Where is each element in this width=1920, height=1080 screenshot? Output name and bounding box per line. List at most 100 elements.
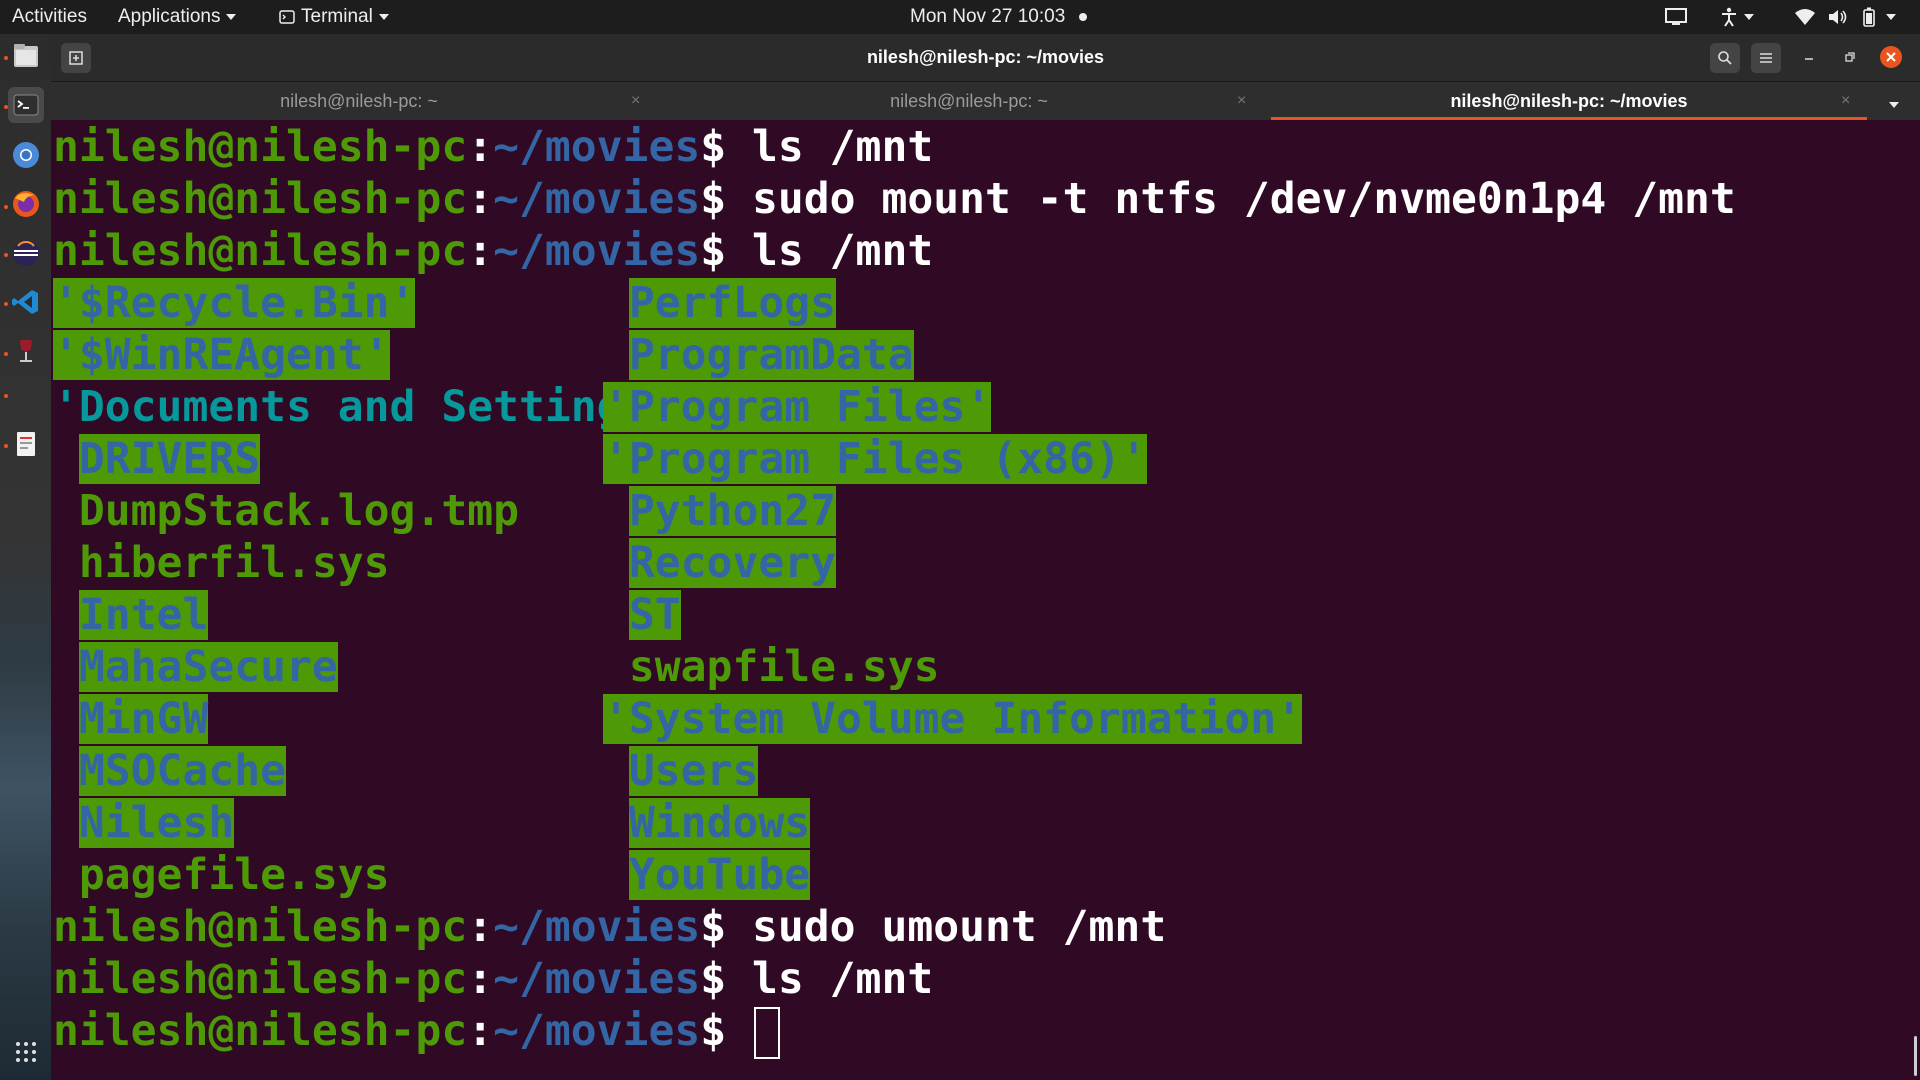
clock[interactable]: Mon Nov 27 10:03 xyxy=(910,0,1088,34)
tab-close-button[interactable]: × xyxy=(1841,82,1850,120)
directory-entry: MinGW xyxy=(78,694,209,744)
directory-entry: 'Documents and Settings' xyxy=(53,382,675,432)
listing-indent xyxy=(603,486,629,536)
listing-row: hiberfil.sys Recovery xyxy=(53,537,1853,589)
listing-row: MSOCache Users xyxy=(53,745,1853,797)
tab-close-button[interactable]: × xyxy=(631,82,640,120)
tab-list-button[interactable] xyxy=(1889,96,1899,114)
directory-entry: 'Program Files' xyxy=(603,382,992,432)
terminal-output[interactable]: nilesh@nilesh-pc:~/movies$ ls /mnt niles… xyxy=(51,121,1920,1080)
chevron-down-icon xyxy=(226,13,237,20)
listing-indent xyxy=(53,694,79,744)
listing-entry: Python27 xyxy=(603,485,836,537)
terminal-menu-label: Terminal xyxy=(301,6,373,27)
directory-entry: Python27 xyxy=(628,486,836,536)
prompt-dollar: $ xyxy=(700,1006,752,1056)
listing-entry: Users xyxy=(603,745,759,797)
listing-indent xyxy=(603,538,629,588)
prompt-user: nilesh@nilesh-pc xyxy=(53,1006,468,1056)
chevron-down-icon xyxy=(1885,13,1896,20)
listing-row: MahaSecure swapfile.sys xyxy=(53,641,1853,693)
prompt-dollar: $ xyxy=(700,122,752,172)
listing-indent xyxy=(53,850,79,900)
command-text: ls /mnt xyxy=(752,954,934,1004)
terminal-app-menu[interactable]: Terminal xyxy=(279,0,389,34)
prompt-line: nilesh@nilesh-pc:~/movies$ ls /mnt xyxy=(53,953,933,1005)
prompt-user: nilesh@nilesh-pc xyxy=(53,174,468,224)
running-indicator xyxy=(4,302,8,306)
prompt-user: nilesh@nilesh-pc xyxy=(53,954,468,1004)
hamburger-menu-button[interactable] xyxy=(1751,43,1781,73)
listing-entry: 'Program Files (x86)' xyxy=(603,433,1147,485)
accessibility-menu[interactable] xyxy=(1720,0,1754,34)
vscode-icon[interactable] xyxy=(8,284,44,320)
tab-home-1[interactable]: nilesh@nilesh-pc: ~ xyxy=(51,82,667,120)
maximize-button[interactable] xyxy=(1839,47,1859,67)
directory-entry: Recovery xyxy=(628,538,836,588)
close-icon: × xyxy=(1841,92,1851,109)
scrollbar[interactable] xyxy=(1914,1036,1917,1076)
command-text: sudo mount -t ntfs /dev/nvme0n1p4 /mnt xyxy=(752,174,1736,224)
command-text: sudo umount /mnt xyxy=(752,902,1167,952)
directory-entry: YouTube xyxy=(628,850,811,900)
prompt-dollar: $ xyxy=(700,954,752,1004)
listing-indent xyxy=(53,642,79,692)
applications-label: Applications xyxy=(118,6,221,27)
chevron-down-icon xyxy=(1889,101,1899,108)
tab-label: nilesh@nilesh-pc: ~ xyxy=(280,91,438,111)
tab-close-button[interactable]: × xyxy=(1237,82,1246,120)
terminal-icon[interactable] xyxy=(8,87,44,123)
activities-button[interactable]: Activities xyxy=(12,0,87,34)
prompt-dollar: $ xyxy=(700,174,752,224)
directory-entry: ProgramData xyxy=(628,330,914,380)
tab-movies[interactable]: nilesh@nilesh-pc: ~/movies xyxy=(1271,82,1867,120)
listing-indent xyxy=(603,590,629,640)
running-indicator xyxy=(4,253,8,257)
running-indicator xyxy=(4,444,8,448)
listing-entry: ProgramData xyxy=(603,329,914,381)
listing-row: DRIVERS 'Program Files (x86)' xyxy=(53,433,1853,485)
listing-row: '$WinREAgent' ProgramData xyxy=(53,329,1853,381)
listing-row: pagefile.sys YouTube xyxy=(53,849,1853,901)
prompt-line: nilesh@nilesh-pc:~/movies$ ls /mnt xyxy=(53,121,933,173)
running-indicator xyxy=(4,394,8,398)
text-cursor xyxy=(754,1007,780,1059)
files-icon[interactable] xyxy=(8,38,44,74)
listing-indent xyxy=(53,746,79,796)
battery-icon xyxy=(1862,7,1875,27)
minimize-icon xyxy=(1805,58,1813,60)
listing-row: DumpStack.log.tmp Python27 xyxy=(53,485,1853,537)
tab-home-2[interactable]: nilesh@nilesh-pc: ~ xyxy=(667,82,1271,120)
window-title: nilesh@nilesh-pc: ~/movies xyxy=(866,47,1105,67)
text-editor-icon[interactable] xyxy=(8,426,44,462)
directory-entry: MahaSecure xyxy=(78,642,338,692)
file-entry: DumpStack.log.tmp xyxy=(78,486,519,536)
minimize-button[interactable] xyxy=(1799,47,1819,67)
applications-menu[interactable]: Applications xyxy=(118,0,237,34)
directory-entry: PerfLogs xyxy=(628,278,836,328)
close-button[interactable] xyxy=(1880,46,1902,68)
directory-entry: Nilesh xyxy=(78,798,235,848)
listing-entry: DRIVERS xyxy=(53,433,261,485)
running-indicator xyxy=(4,56,8,60)
eclipse-icon[interactable] xyxy=(8,235,44,271)
close-icon: × xyxy=(631,92,641,109)
search-button[interactable] xyxy=(1710,43,1740,73)
wine-icon[interactable] xyxy=(8,334,44,370)
tab-label: nilesh@nilesh-pc: ~ xyxy=(890,91,1048,111)
close-icon: × xyxy=(1237,92,1247,109)
listing-row: MinGW 'System Volume Information' xyxy=(53,693,1853,745)
chromium-icon[interactable] xyxy=(8,137,44,173)
prompt-sep: : xyxy=(467,954,494,1004)
app-grid-icon[interactable] xyxy=(8,1034,44,1070)
firefox-icon[interactable] xyxy=(8,186,44,222)
chevron-down-icon xyxy=(1744,13,1754,20)
prompt-sep: : xyxy=(467,902,494,952)
directory-entry: Users xyxy=(628,746,759,796)
listing-entry: '$WinREAgent' xyxy=(53,329,390,381)
system-menu[interactable] xyxy=(1794,0,1896,34)
command-text: ls /mnt xyxy=(752,122,934,172)
terminal-menu-icon xyxy=(279,10,295,24)
listing-entry: Intel xyxy=(53,589,209,641)
screen-icon[interactable] xyxy=(1665,0,1687,34)
